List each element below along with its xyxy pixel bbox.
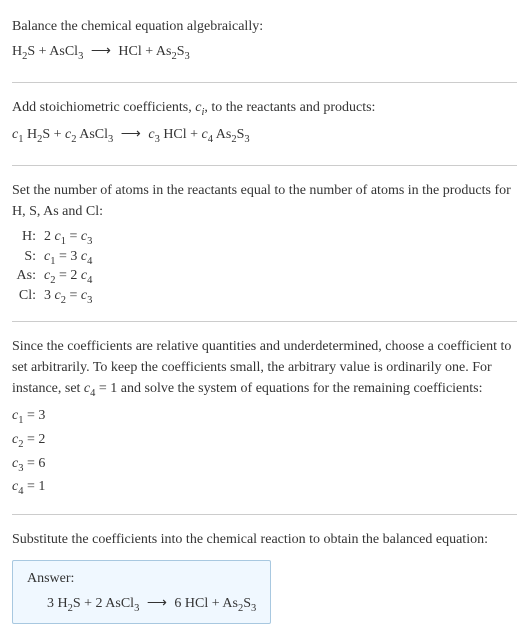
eq: = (66, 288, 81, 303)
eq-bs: 3 (134, 602, 139, 613)
t2a-sub: 3 (108, 134, 113, 145)
rhs-pre: 3 (70, 249, 81, 264)
rhs-s3-3: 3 (184, 51, 189, 62)
c-val: = 6 (23, 456, 45, 471)
heading-text-b: , to the reactants and products: (204, 100, 375, 115)
section-add-coefficients: Add stoichiometric coefficients, ci, to … (12, 89, 517, 159)
balanced-equation: 3 H2S + 2 AsCl3 ⟶ 6 HCl + As2S3 (27, 595, 256, 614)
eq: = (55, 268, 70, 283)
t1b: S + (42, 127, 65, 142)
rhs-s: 4 (87, 275, 92, 286)
lhs-ascl3-3: 3 (78, 51, 83, 62)
coefficient-equation: c1 H2S + c2 AsCl3 ⟶ c3 HCl + c4 As2S3 (12, 124, 517, 149)
coefficient-line: c3 = 6 (12, 453, 517, 477)
t4a: As (213, 127, 231, 142)
eq-ds: 3 (251, 602, 256, 613)
eq-c: 6 HCl + As (174, 596, 238, 611)
heading-answer: Substitute the coefficients into the che… (12, 529, 517, 550)
table-row: As: c2 = 2 c4 (12, 267, 96, 287)
arrow-icon: ⟶ (121, 127, 141, 142)
heading-add-coefficients: Add stoichiometric coefficients, ci, to … (12, 97, 517, 121)
eq-b: S + 2 AsCl (73, 596, 134, 611)
divider (12, 514, 517, 515)
element-label: H: (12, 228, 40, 248)
heading-problem: Balance the chemical equation algebraica… (12, 16, 517, 37)
section-atom-balance: Set the number of atoms in the reactants… (12, 172, 517, 315)
rhs-s: 4 (87, 255, 92, 266)
rhs-pre: 2 (70, 268, 81, 283)
heading-text-b: = 1 and solve the system of equations fo… (95, 381, 482, 396)
c-val: = 2 (23, 432, 45, 447)
eq: = (55, 249, 70, 264)
lhs-h2s-h: H (12, 44, 22, 59)
divider (12, 165, 517, 166)
arrow-icon: ⟶ (147, 596, 167, 611)
divider (12, 82, 517, 83)
section-answer: Substitute the coefficients into the che… (12, 521, 517, 633)
table-row: H: 2 c1 = c3 (12, 228, 96, 248)
coefficient-line: c2 = 2 (12, 429, 517, 453)
coefficient-line: c4 = 1 (12, 476, 517, 500)
lhs-rest: S + AsCl (27, 44, 78, 59)
c-val: = 3 (23, 408, 45, 423)
t4b-sub: 3 (244, 134, 249, 145)
table-row: S: c1 = 3 c4 (12, 248, 96, 268)
arrow-icon: ⟶ (91, 44, 111, 59)
t3a: HCl + (160, 127, 202, 142)
heading-text-a: Add stoichiometric coefficients, (12, 100, 195, 115)
section-solve: Since the coefficients are relative quan… (12, 328, 517, 508)
eq-a: 3 H (47, 596, 68, 611)
element-label: As: (12, 267, 40, 287)
table-row: Cl: 3 c2 = c3 (12, 287, 96, 307)
answer-box: Answer: 3 H2S + 2 AsCl3 ⟶ 6 HCl + As2S3 (12, 560, 271, 625)
rhs-hcl-as: HCl + As (118, 44, 171, 59)
t2a: AsCl (77, 127, 109, 142)
atom-balance-table: H: 2 c1 = c3 S: c1 = 3 c4 As: c2 = 2 c4 … (12, 228, 96, 307)
section-problem: Balance the chemical equation algebraica… (12, 8, 517, 76)
eq-d: S (243, 596, 251, 611)
atom-equation: 3 c2 = c3 (40, 287, 96, 307)
atom-equation: c2 = 2 c4 (40, 267, 96, 287)
element-label: S: (12, 248, 40, 268)
rhs-s: 3 (87, 295, 92, 306)
lhs-n: 3 (44, 288, 55, 303)
rhs-s: 3 (87, 236, 92, 247)
heading-solve: Since the coefficients are relative quan… (12, 336, 517, 402)
atom-equation: c1 = 3 c4 (40, 248, 96, 268)
unbalanced-equation: H2S + AsCl3 ⟶ HCl + As2S3 (12, 41, 517, 66)
eq: = (66, 229, 81, 244)
t1a: H (23, 127, 37, 142)
coefficient-line: c1 = 3 (12, 405, 517, 429)
c-val: = 1 (23, 479, 45, 494)
heading-atom-balance: Set the number of atoms in the reactants… (12, 180, 517, 222)
answer-label: Answer: (27, 571, 256, 587)
atom-equation: 2 c1 = c3 (40, 228, 96, 248)
divider (12, 321, 517, 322)
lhs-n: 2 (44, 229, 55, 244)
element-label: Cl: (12, 287, 40, 307)
